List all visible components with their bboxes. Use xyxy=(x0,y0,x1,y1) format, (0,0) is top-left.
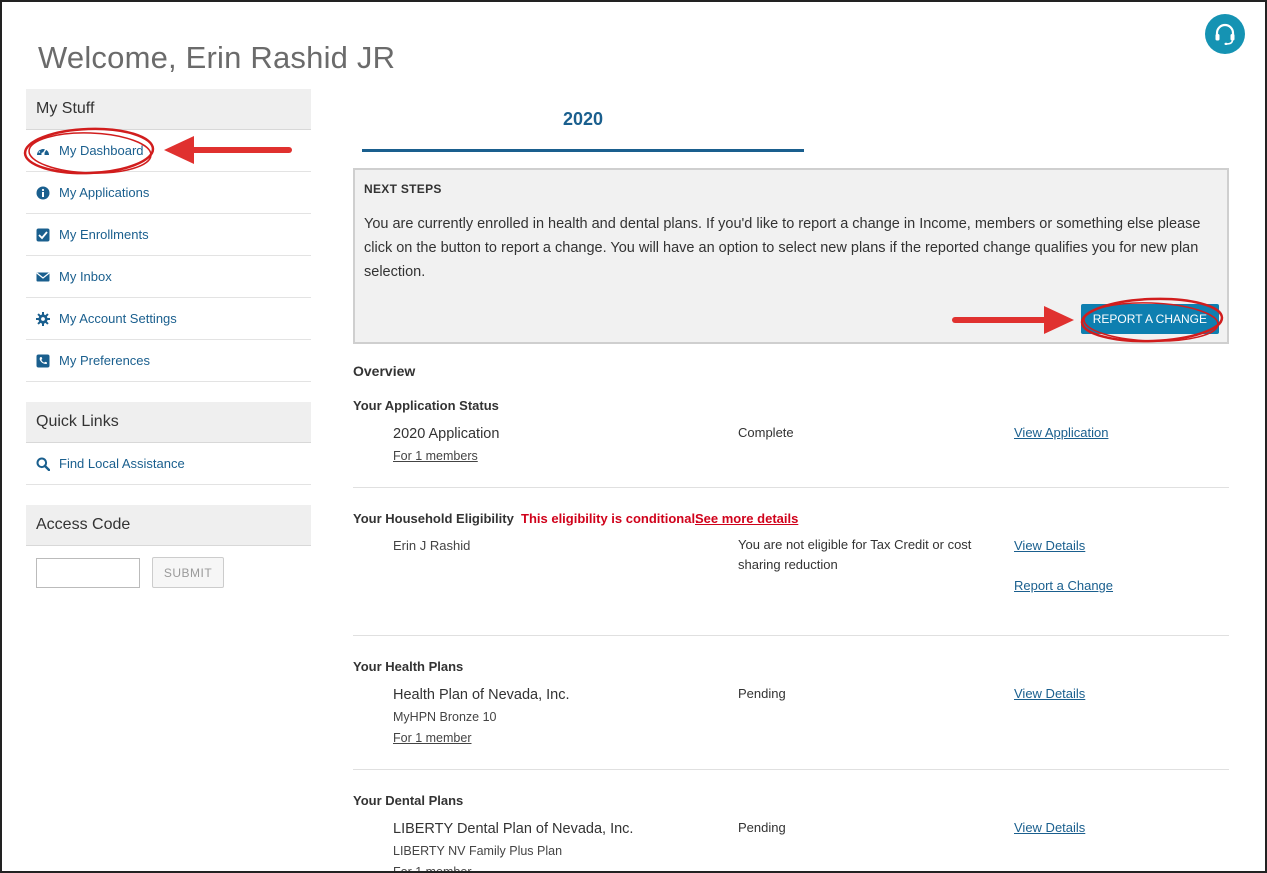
next-steps-message: You are currently enrolled in health and… xyxy=(364,216,1201,280)
application-status-title: Your Application Status xyxy=(353,398,499,413)
health-plan-members-link[interactable]: For 1 member xyxy=(393,731,472,745)
sidebar-item-dashboard[interactable]: My Dashboard xyxy=(26,130,311,172)
dental-plans-title: Your Dental Plans xyxy=(353,793,464,808)
my-stuff-heading: My Stuff xyxy=(26,89,311,130)
sidebar-item-label: My Inbox xyxy=(59,269,112,284)
search-icon xyxy=(36,457,50,471)
access-code-heading: Access Code xyxy=(26,505,311,546)
quick-link-find-assistance[interactable]: Find Local Assistance xyxy=(26,443,311,485)
household-eligibility-section: Your Household Eligibility This eligibil… xyxy=(353,511,1229,635)
next-steps-title: NEXT STEPS xyxy=(364,182,442,196)
health-plan-carrier: Health Plan of Nevada, Inc. xyxy=(393,687,570,703)
dental-plan-name: LIBERTY NV Family Plus Plan xyxy=(393,844,563,858)
help-button[interactable] xyxy=(1205,14,1245,54)
checkbox-icon xyxy=(36,228,50,242)
health-plans-section: Your Health Plans Health Plan of Nevada,… xyxy=(353,659,1229,769)
sidebar-item-label: My Applications xyxy=(59,185,150,200)
tab-2020[interactable]: 2020 xyxy=(362,102,804,152)
page-title: Welcome, Erin Rashid JR xyxy=(38,40,396,75)
divider xyxy=(353,635,1229,636)
sidebar-item-inbox[interactable]: My Inbox xyxy=(26,256,311,298)
eligibility-person: Erin J Rashid xyxy=(393,538,471,553)
application-status-section: Your Application Status 2020 Application… xyxy=(353,398,1229,488)
divider xyxy=(353,769,1229,770)
see-more-details-link[interactable]: See more details xyxy=(695,511,798,526)
gear-icon xyxy=(36,311,50,326)
dental-plans-section: Your Dental Plans LIBERTY Dental Plan of… xyxy=(353,793,1229,871)
access-code-row: SUBMIT xyxy=(26,546,311,599)
view-application-link[interactable]: View Application xyxy=(1014,425,1108,440)
dental-plan-carrier: LIBERTY Dental Plan of Nevada, Inc. xyxy=(393,821,634,837)
sidebar: My Stuff My Dashboard My Applications My… xyxy=(26,89,311,599)
sidebar-item-account-settings[interactable]: My Account Settings xyxy=(26,298,311,340)
overview-heading: Overview xyxy=(353,363,416,379)
quick-links-heading: Quick Links xyxy=(26,402,311,443)
submit-button[interactable]: SUBMIT xyxy=(152,557,224,588)
dental-plan-view-details-link[interactable]: View Details xyxy=(1014,820,1085,835)
divider xyxy=(353,487,1229,488)
sidebar-item-applications[interactable]: My Applications xyxy=(26,172,311,214)
dental-plan-status: Pending xyxy=(738,820,786,835)
dashboard-icon xyxy=(36,144,50,158)
application-status-value: Complete xyxy=(738,425,794,440)
my-stuff-panel: My Stuff My Dashboard My Applications My… xyxy=(26,89,311,382)
health-plans-title: Your Health Plans xyxy=(353,659,464,674)
eligibility-view-details-link[interactable]: View Details xyxy=(1014,538,1085,553)
eligibility-report-change-link[interactable]: Report a Change xyxy=(1014,578,1113,593)
dental-plan-members-link[interactable]: For 1 member xyxy=(393,865,472,871)
page-frame: Welcome, Erin Rashid JR My Stuff My Dash… xyxy=(0,0,1267,873)
sidebar-item-preferences[interactable]: My Preferences xyxy=(26,340,311,382)
next-steps-box: NEXT STEPS You are currently enrolled in… xyxy=(353,168,1229,344)
sidebar-item-label: My Dashboard xyxy=(59,143,144,158)
access-code-input[interactable] xyxy=(36,557,140,588)
health-plan-view-details-link[interactable]: View Details xyxy=(1014,686,1085,701)
info-icon xyxy=(36,186,50,200)
sidebar-item-label: My Enrollments xyxy=(59,227,149,242)
report-a-change-button[interactable]: REPORT A CHANGE xyxy=(1080,304,1219,334)
eligibility-warning: This eligibility is conditional. xyxy=(521,511,699,526)
application-members-link[interactable]: For 1 members xyxy=(393,449,478,463)
application-name: 2020 Application xyxy=(393,426,500,442)
sidebar-item-label: My Preferences xyxy=(59,353,151,368)
health-plan-status: Pending xyxy=(738,686,786,701)
access-code-panel: Access Code SUBMIT xyxy=(26,505,311,599)
envelope-icon xyxy=(36,270,50,284)
quick-links-list: Find Local Assistance xyxy=(26,443,311,485)
sidebar-item-enrollments[interactable]: My Enrollments xyxy=(26,214,311,256)
phone-icon xyxy=(36,354,50,368)
eligibility-status: You are not eligible for Tax Credit or c… xyxy=(738,537,972,572)
health-plan-name: MyHPN Bronze 10 xyxy=(393,710,497,724)
quick-links-panel: Quick Links Find Local Assistance xyxy=(26,402,311,485)
my-stuff-list: My Dashboard My Applications My Enrollme… xyxy=(26,130,311,382)
headset-icon xyxy=(1215,23,1235,45)
quick-link-label: Find Local Assistance xyxy=(59,456,185,471)
sidebar-item-label: My Account Settings xyxy=(59,311,177,326)
